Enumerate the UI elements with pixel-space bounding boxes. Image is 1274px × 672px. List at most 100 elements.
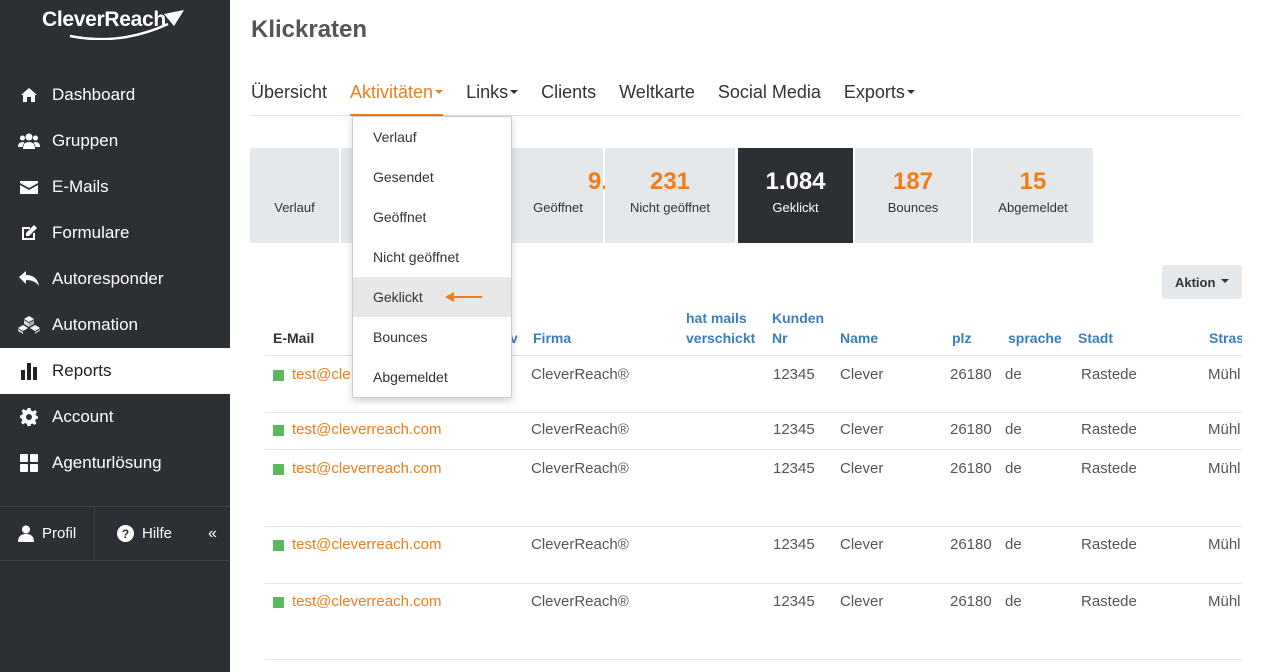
status-indicator xyxy=(273,464,284,475)
aktivitaeten-dropdown-menu: Verlauf Gesendet Geöffnet Nicht geöffnet… xyxy=(352,116,512,398)
sidebar-item-dashboard[interactable]: Dashboard xyxy=(0,72,230,118)
col-header-hat-mails-line1[interactable]: hat mails xyxy=(686,308,747,328)
sidebar: CleverReach Dashboard Gruppen E-Mails Fo… xyxy=(0,0,230,672)
sidebar-item-gruppen[interactable]: Gruppen xyxy=(0,118,230,164)
tab-clients[interactable]: Clients xyxy=(541,82,596,116)
home-icon xyxy=(18,85,40,105)
tile-label: Verlauf xyxy=(274,200,315,215)
help-icon: ? xyxy=(117,525,134,542)
menu-item-abgemeldet[interactable]: Abgemeldet xyxy=(353,357,511,397)
cell-sprache: de xyxy=(1005,421,1022,438)
cell-stadt: Rastede xyxy=(1081,593,1137,610)
menu-item-geoeffnet[interactable]: Geöffnet xyxy=(353,197,511,237)
tile-nicht-geoeffnet[interactable]: 231 Nicht geöffnet xyxy=(605,148,735,243)
cell-kunden-nr: 12345 xyxy=(773,421,815,438)
tab-weltkarte[interactable]: Weltkarte xyxy=(619,82,695,116)
tab-exports[interactable]: Exports xyxy=(844,82,915,116)
col-header-kunden-line2[interactable]: Nr xyxy=(772,328,788,348)
row-divider xyxy=(265,583,1242,584)
sidebar-item-emails[interactable]: E-Mails xyxy=(0,164,230,210)
tile-geklickt[interactable]: 1.084 Geklickt xyxy=(738,148,853,243)
menu-item-bounces[interactable]: Bounces xyxy=(353,317,511,357)
email-link[interactable]: test@cleverreach.com xyxy=(292,421,441,438)
collapse-sidebar-button[interactable]: « xyxy=(190,507,217,560)
sidebar-item-automation[interactable]: Automation xyxy=(0,302,230,348)
hilfe-button[interactable]: ? Hilfe xyxy=(95,507,190,560)
col-header-email[interactable]: E-Mail xyxy=(273,328,314,348)
tab-aktivitaeten[interactable]: Aktivitäten xyxy=(350,82,444,116)
col-header-firma[interactable]: Firma xyxy=(533,328,571,348)
aktion-label: Aktion xyxy=(1174,274,1216,290)
cell-name: Clever xyxy=(840,421,884,438)
col-header-hat-mails-line2[interactable]: verschickt xyxy=(686,328,755,348)
col-header-name[interactable]: Name xyxy=(840,328,878,348)
tab-uebersicht[interactable]: Übersicht xyxy=(251,82,327,116)
menu-item-nicht-geoeffnet[interactable]: Nicht geöffnet xyxy=(353,237,511,277)
user-icon xyxy=(18,525,34,542)
cell-plz: 26180 xyxy=(950,460,992,477)
email-link[interactable]: test@cleverreach.com xyxy=(292,536,441,553)
row-divider xyxy=(265,412,1242,413)
sidebar-item-reports[interactable]: Reports xyxy=(0,348,230,394)
menu-item-gesendet[interactable]: Gesendet xyxy=(353,157,511,197)
aktion-button[interactable]: Aktion xyxy=(1162,265,1242,299)
cell-firma: CleverReach® xyxy=(531,421,629,438)
cell-stadt: Rastede xyxy=(1081,421,1137,438)
status-indicator xyxy=(273,425,284,436)
tile-label: Bounces xyxy=(887,200,939,215)
gear-icon xyxy=(18,407,40,427)
caret-down-icon xyxy=(906,89,915,94)
email-link[interactable]: test@cleverreach.com xyxy=(292,593,441,610)
sidebar-item-label: Account xyxy=(52,407,114,426)
sidebar-item-label: Reports xyxy=(52,361,112,380)
tile-value: 231 xyxy=(649,168,691,195)
arrow-left-icon xyxy=(445,292,482,302)
col-header-kunden-line1[interactable]: Kunden xyxy=(772,308,824,328)
envelope-icon xyxy=(18,177,40,197)
tile-verlauf[interactable]: Verlauf xyxy=(250,148,339,243)
tile-value: 1.084 xyxy=(765,168,826,195)
profil-button[interactable]: Profil xyxy=(0,507,95,560)
cell-firma: CleverReach® xyxy=(531,536,629,553)
tile-bounces[interactable]: 187 Bounces xyxy=(855,148,971,243)
sidebar-item-formulare[interactable]: Formulare xyxy=(0,210,230,256)
cell-name: Clever xyxy=(840,593,884,610)
caret-down-icon xyxy=(435,89,444,94)
cell-plz: 26180 xyxy=(950,421,992,438)
cell-firma: CleverReach® xyxy=(531,366,629,383)
collapse-icon: « xyxy=(208,524,217,542)
tab-social-media[interactable]: Social Media xyxy=(718,82,821,116)
cell-stadt: Rastede xyxy=(1081,536,1137,553)
sidebar-item-agenturloesung[interactable]: Agenturlösung xyxy=(0,440,230,486)
menu-item-geklickt[interactable]: Geklickt xyxy=(353,277,511,317)
cell-firma: CleverReach® xyxy=(531,593,629,610)
col-header-strasse[interactable]: Stras xyxy=(1209,328,1242,348)
sidebar-item-label: E-Mails xyxy=(52,177,109,196)
users-icon xyxy=(18,131,40,151)
email-link[interactable]: test@cle xyxy=(292,366,351,383)
svg-text:?: ? xyxy=(122,527,129,541)
sidebar-item-autoresponder[interactable]: Autoresponder xyxy=(0,256,230,302)
tile-value: 15 xyxy=(1019,168,1047,195)
sidebar-footer: Profil ? Hilfe « xyxy=(0,506,230,561)
edit-icon xyxy=(18,223,40,243)
col-header-sprache[interactable]: sprache xyxy=(1008,328,1062,348)
cell-strasse: Mühl xyxy=(1208,366,1241,383)
col-header-stadt[interactable]: Stadt xyxy=(1078,328,1113,348)
tab-links[interactable]: Links xyxy=(466,82,519,116)
menu-item-verlauf[interactable]: Verlauf xyxy=(353,117,511,157)
status-indicator xyxy=(273,370,284,381)
cubes-icon xyxy=(18,315,40,335)
col-header-plz[interactable]: plz xyxy=(952,328,971,348)
menu-item-label: Geklickt xyxy=(373,289,423,305)
cell-sprache: de xyxy=(1005,366,1022,383)
status-indicator xyxy=(273,540,284,551)
report-tabs: Übersicht Aktivitäten Links Clients Welt… xyxy=(251,82,1241,116)
tile-label: Geklickt xyxy=(772,200,819,215)
email-link[interactable]: test@cleverreach.com xyxy=(292,460,441,477)
sidebar-item-account[interactable]: Account xyxy=(0,394,230,440)
tile-abgemeldet[interactable]: 15 Abgemeldet xyxy=(973,148,1093,243)
cell-kunden-nr: 12345 xyxy=(773,366,815,383)
cell-name: Clever xyxy=(840,460,884,477)
cell-kunden-nr: 12345 xyxy=(773,460,815,477)
